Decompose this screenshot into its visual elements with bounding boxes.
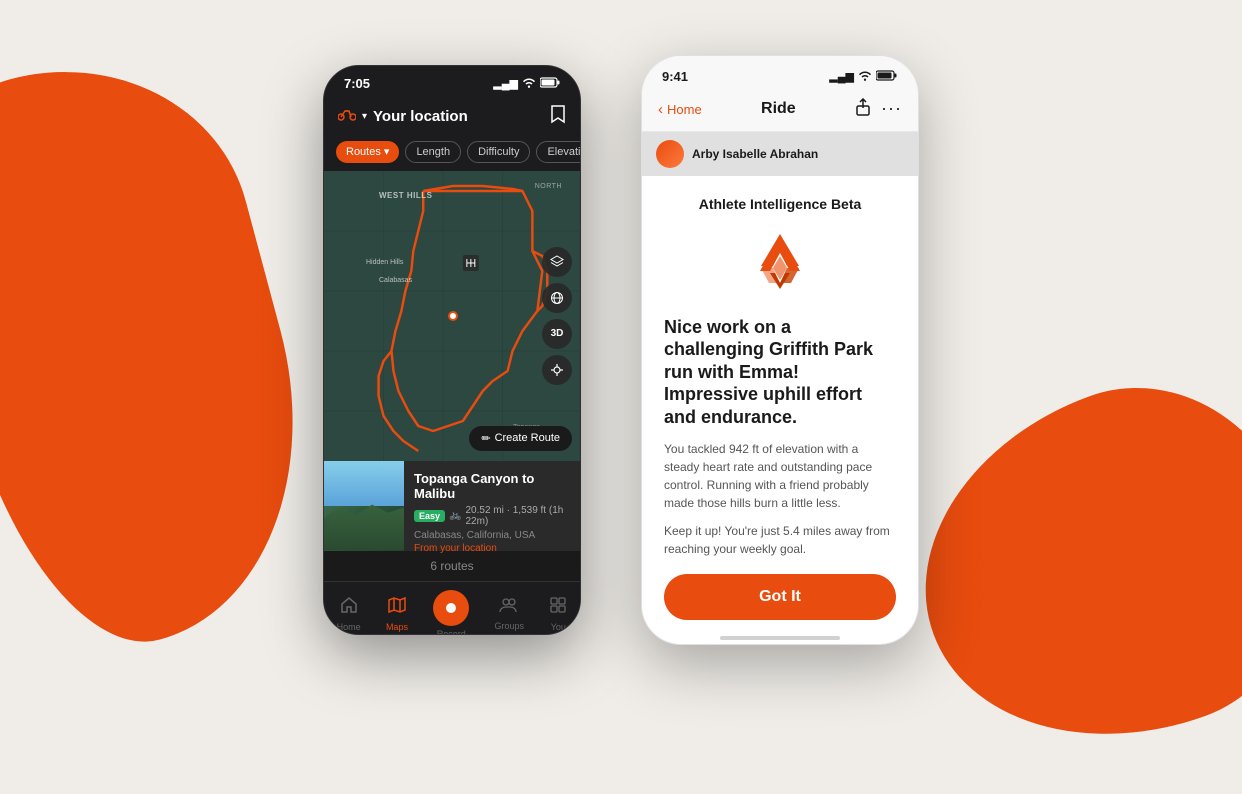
maps-icon [388,596,406,619]
chevron-left-icon: ‹ [658,101,663,118]
phone-left: 7:05 ▂▄▆ [323,65,581,635]
phone-right: 9:41 ▂▄▆ ‹ [641,55,919,645]
back-label: Home [667,102,702,117]
battery-icon-left [540,77,560,91]
map-text-north: NORTH [535,183,562,190]
got-it-button[interactable]: Got It [664,574,896,620]
signal-icon-right: ▂▄▆ [829,70,854,83]
chevron-down-icon: ▾ [362,111,367,122]
route-name: Topanga Canyon to Malibu [414,471,570,501]
nav-label-you: You [551,622,566,632]
record-icon [433,590,469,626]
3d-button[interactable]: 3D [542,319,572,349]
nav-item-you[interactable]: You [549,596,567,632]
filter-elevation[interactable]: Elevation [536,141,580,163]
weekly-goal: Keep it up! You're just 5.4 miles away f… [664,522,896,558]
bottom-nav-left: Home Maps Record [324,581,580,635]
wifi-icon-left [522,77,536,91]
difficulty-badge: Easy [414,510,445,522]
nav-item-record[interactable]: Record [433,590,469,635]
filter-routes[interactable]: Routes ▾ [336,141,399,163]
home-icon [340,596,358,619]
route-meta: Easy 🚲 20.52 mi · 1,539 ft (1h 22m) [414,505,570,527]
map-controls: 3D [542,247,572,385]
bike-icon [338,107,356,126]
header-title-left: Your location [373,108,468,125]
create-route-button[interactable]: ✏ Create Route [469,426,572,451]
nav-item-groups[interactable]: Groups [495,597,525,631]
battery-icon-right [876,70,898,84]
nav-item-maps[interactable]: Maps [386,596,408,632]
phones-container: 7:05 ▂▄▆ [0,0,1242,699]
nav-label-groups: Groups [495,621,525,631]
route-location: Calabasas, California, USA [414,530,570,541]
from-location: From your location [414,543,570,554]
status-bar-left: 7:05 ▂▄▆ [324,66,580,98]
map-text-calabasas: Calabasas [379,277,412,284]
status-icons-left: ▂▄▆ [493,77,560,91]
globe-button[interactable] [542,283,572,313]
nav-label-home: Home [337,622,361,632]
route-stats: 20.52 mi · 1,539 ft (1h 22m) [465,505,570,527]
status-icons-right: ▂▄▆ [829,70,898,84]
filters-bar: Routes ▾ Length Difficulty Elevation [324,137,580,171]
location-button[interactable] [542,355,572,385]
user-strip: Arby Isabelle Abrahan [642,132,918,176]
route-info: Topanga Canyon to Malibu Easy 🚲 20.52 mi… [404,461,580,551]
map-area[interactable]: WEST HILLS Hidden Hills Calabasas NORTH [324,171,580,461]
route-thumbnail [324,461,404,551]
insight-body: You tackled 942 ft of elevation with a s… [664,440,896,512]
map-text-west-hills: WEST HILLS [379,191,432,200]
insight-heading: Nice work on a challenging Griffith Park… [664,316,896,429]
status-bar-right: 9:41 ▂▄▆ [642,56,918,92]
user-name: Arby Isabelle Abrahan [692,147,818,161]
groups-icon [499,597,519,618]
page-title-right: Ride [761,100,796,118]
home-indicator-right [720,636,840,640]
nav-header-right: ‹ Home Ride ··· [642,92,918,132]
more-icon[interactable]: ··· [881,98,902,121]
modal-title: Athlete Intelligence Beta [699,196,862,212]
layers-button[interactable] [542,247,572,277]
bike-meta-icon: 🚲 [449,510,461,521]
header-left: ▾ Your location [324,98,580,137]
bookmark-icon[interactable] [550,104,566,129]
filter-difficulty[interactable]: Difficulty [467,141,530,163]
modal-content: Athlete Intelligence Beta Nice work on a… [642,176,918,628]
time-right: 9:41 [662,69,688,84]
nav-label-maps: Maps [386,622,408,632]
map-text-hidden-hills: Hidden Hills [366,259,403,266]
you-icon [549,596,567,619]
nav-item-home[interactable]: Home [337,596,361,632]
route-card[interactable]: Topanga Canyon to Malibu Easy 🚲 20.52 mi… [324,461,580,551]
routes-count: 6 routes [324,551,580,581]
header-left-section[interactable]: ▾ Your location [338,107,468,126]
pencil-icon: ✏ [481,432,490,445]
back-button[interactable]: ‹ Home [658,101,702,118]
filter-length[interactable]: Length [405,141,461,163]
share-icon[interactable] [855,98,871,121]
time-left: 7:05 [344,76,370,91]
nav-label-record: Record [437,629,466,635]
strava-logo [745,228,815,298]
user-avatar [656,140,684,168]
wifi-icon-right [858,70,872,84]
signal-icon-left: ▂▄▆ [493,77,518,90]
nav-actions-right: ··· [855,98,902,121]
